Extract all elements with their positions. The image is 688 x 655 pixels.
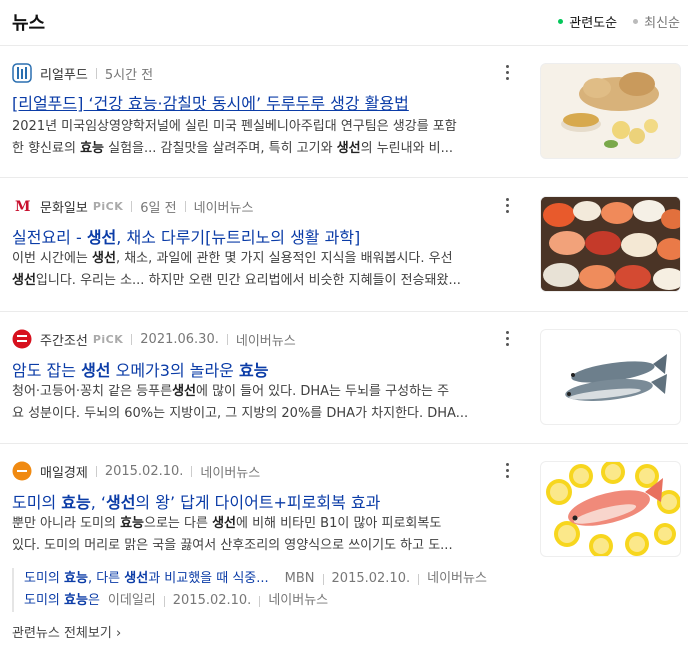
article-title[interactable]: 실전요리 - 생선, 채소 다루기[뉴트리노의 생활 과학] bbox=[12, 224, 512, 248]
related-news-item: 도미의 효능, 다른 생선과 비교했을 때 식중... MBN 2015.02.… bbox=[24, 568, 487, 590]
news-header: 뉴스 관련도순 최신순 bbox=[0, 0, 688, 46]
article-time: 2015.02.10. bbox=[172, 593, 252, 608]
article-title[interactable]: 암도 잡는 생선 오메가3의 놀라운 효능 bbox=[12, 357, 512, 381]
divider bbox=[322, 573, 324, 585]
chevron-right-icon: › bbox=[115, 626, 122, 641]
press-name[interactable]: 주간조선 bbox=[40, 330, 88, 349]
more-options-icon[interactable] bbox=[500, 461, 514, 479]
realfood-logo-icon[interactable] bbox=[12, 63, 32, 83]
munhwa-logo-icon[interactable]: M bbox=[12, 196, 32, 216]
article-time: 2021.06.30. bbox=[140, 331, 219, 347]
press-name[interactable]: 이데일리 bbox=[108, 590, 156, 612]
divider bbox=[184, 200, 186, 212]
naver-news-link[interactable]: 네이버뉴스 bbox=[236, 330, 296, 349]
related-news-title[interactable]: 도미의 효능, 다른 생선과 비교했을 때 식중... bbox=[24, 568, 269, 590]
press-name[interactable]: MBN bbox=[285, 568, 315, 590]
news-item: M 문화일보 PiCK 6일 전 네이버뉴스 실전요리 - 생선, 채소 다루기… bbox=[0, 179, 688, 312]
mackerel-image[interactable] bbox=[540, 329, 681, 425]
more-options-icon[interactable] bbox=[500, 63, 514, 81]
press-name[interactable]: 리얼푸드 bbox=[40, 64, 88, 83]
pick-badge: PiCK bbox=[92, 332, 124, 346]
article-description: 2021년 미국임상영양학저널에 실린 미국 펜실베니아주립대 연구팀은 생강를… bbox=[12, 119, 457, 156]
sort-options: 관련도순 최신순 bbox=[558, 12, 680, 31]
press-row: 리얼푸드 5시간 전 bbox=[12, 63, 153, 83]
divider bbox=[131, 200, 133, 212]
divider bbox=[95, 67, 97, 79]
article-time: 5시간 전 bbox=[104, 67, 154, 83]
related-news-item: 도미의 효능은 이데일리 2015.02.10. 네이버뉴스 bbox=[24, 590, 487, 612]
article-title[interactable]: 도미의 효능, ‘생선의 왕’ 답게 다이어트+피로회복 효과 bbox=[12, 489, 512, 513]
article-time: 6일 전 bbox=[140, 200, 177, 216]
naver-news-link[interactable]: 네이버뉴스 bbox=[194, 197, 254, 216]
section-title: 뉴스 bbox=[12, 13, 46, 34]
sort-latest[interactable]: 최신순 bbox=[633, 12, 680, 31]
more-options-icon[interactable] bbox=[500, 196, 514, 214]
maeil-logo-icon[interactable] bbox=[12, 461, 32, 481]
view-all-related-news-link[interactable]: 관련뉴스 전체보기 › bbox=[12, 622, 121, 641]
sushi-image[interactable] bbox=[540, 196, 681, 292]
related-news-list: 도미의 효능, 다른 생선과 비교했을 때 식중... MBN 2015.02.… bbox=[12, 568, 487, 612]
active-dot-icon bbox=[558, 19, 564, 24]
press-name[interactable]: 매일경제 bbox=[40, 462, 88, 481]
divider bbox=[259, 595, 261, 607]
article-title[interactable]: [리얼푸드] ‘건강 효능·감칠맛 동시에’ 두루두루 생강 활용법 bbox=[12, 90, 512, 114]
article-description: 이번 시간에는 생선, 채소, 과일에 관한 몇 가지 실용적인 지식을 배워봅… bbox=[12, 251, 461, 288]
divider bbox=[191, 465, 193, 477]
naver-news-link[interactable]: 네이버뉴스 bbox=[427, 568, 487, 590]
pick-badge: PiCK bbox=[92, 199, 124, 213]
ginger-image[interactable] bbox=[540, 63, 681, 159]
news-item: 리얼푸드 5시간 전 [리얼푸드] ‘건강 효능·감칠맛 동시에’ 두루두루 생… bbox=[0, 47, 688, 178]
divider bbox=[131, 333, 133, 345]
sea-bream-image[interactable] bbox=[540, 461, 681, 557]
press-row: M 문화일보 PiCK 6일 전 네이버뉴스 bbox=[12, 196, 253, 216]
article-time: 2015.02.10. bbox=[331, 571, 411, 586]
news-item: 주간조선 PiCK 2021.06.30. 네이버뉴스 암도 잡는 생선 오메가… bbox=[0, 313, 688, 444]
divider bbox=[418, 573, 420, 585]
more-options-icon[interactable] bbox=[500, 329, 514, 347]
inactive-dot-icon bbox=[633, 19, 639, 24]
related-news-title[interactable]: 도미의 효능은 bbox=[24, 590, 100, 612]
svg-text:M: M bbox=[15, 199, 31, 215]
sort-relevance[interactable]: 관련도순 bbox=[558, 12, 617, 31]
divider bbox=[163, 595, 165, 607]
divider bbox=[95, 465, 97, 477]
press-row: 매일경제 2015.02.10. 네이버뉴스 bbox=[12, 461, 260, 481]
weekly-chosun-logo-icon[interactable] bbox=[12, 329, 32, 349]
news-item: 매일경제 2015.02.10. 네이버뉴스 도미의 효능, ‘생선의 왕’ 답… bbox=[0, 445, 688, 565]
press-row: 주간조선 PiCK 2021.06.30. 네이버뉴스 bbox=[12, 329, 296, 349]
divider bbox=[226, 333, 228, 345]
naver-news-link[interactable]: 네이버뉴스 bbox=[268, 590, 328, 612]
naver-news-link[interactable]: 네이버뉴스 bbox=[200, 462, 260, 481]
press-name[interactable]: 문화일보 bbox=[40, 197, 88, 216]
article-time: 2015.02.10. bbox=[104, 463, 184, 479]
article-description: 청어·고등어·꽁치 같은 등푸른생선에 많이 들어 있다. DHA는 두뇌를 구… bbox=[12, 384, 469, 421]
article-description: 뿐만 아니라 도미의 효능으로는 다른 생선에 비해 비타민 B1이 많아 피로… bbox=[12, 516, 453, 553]
